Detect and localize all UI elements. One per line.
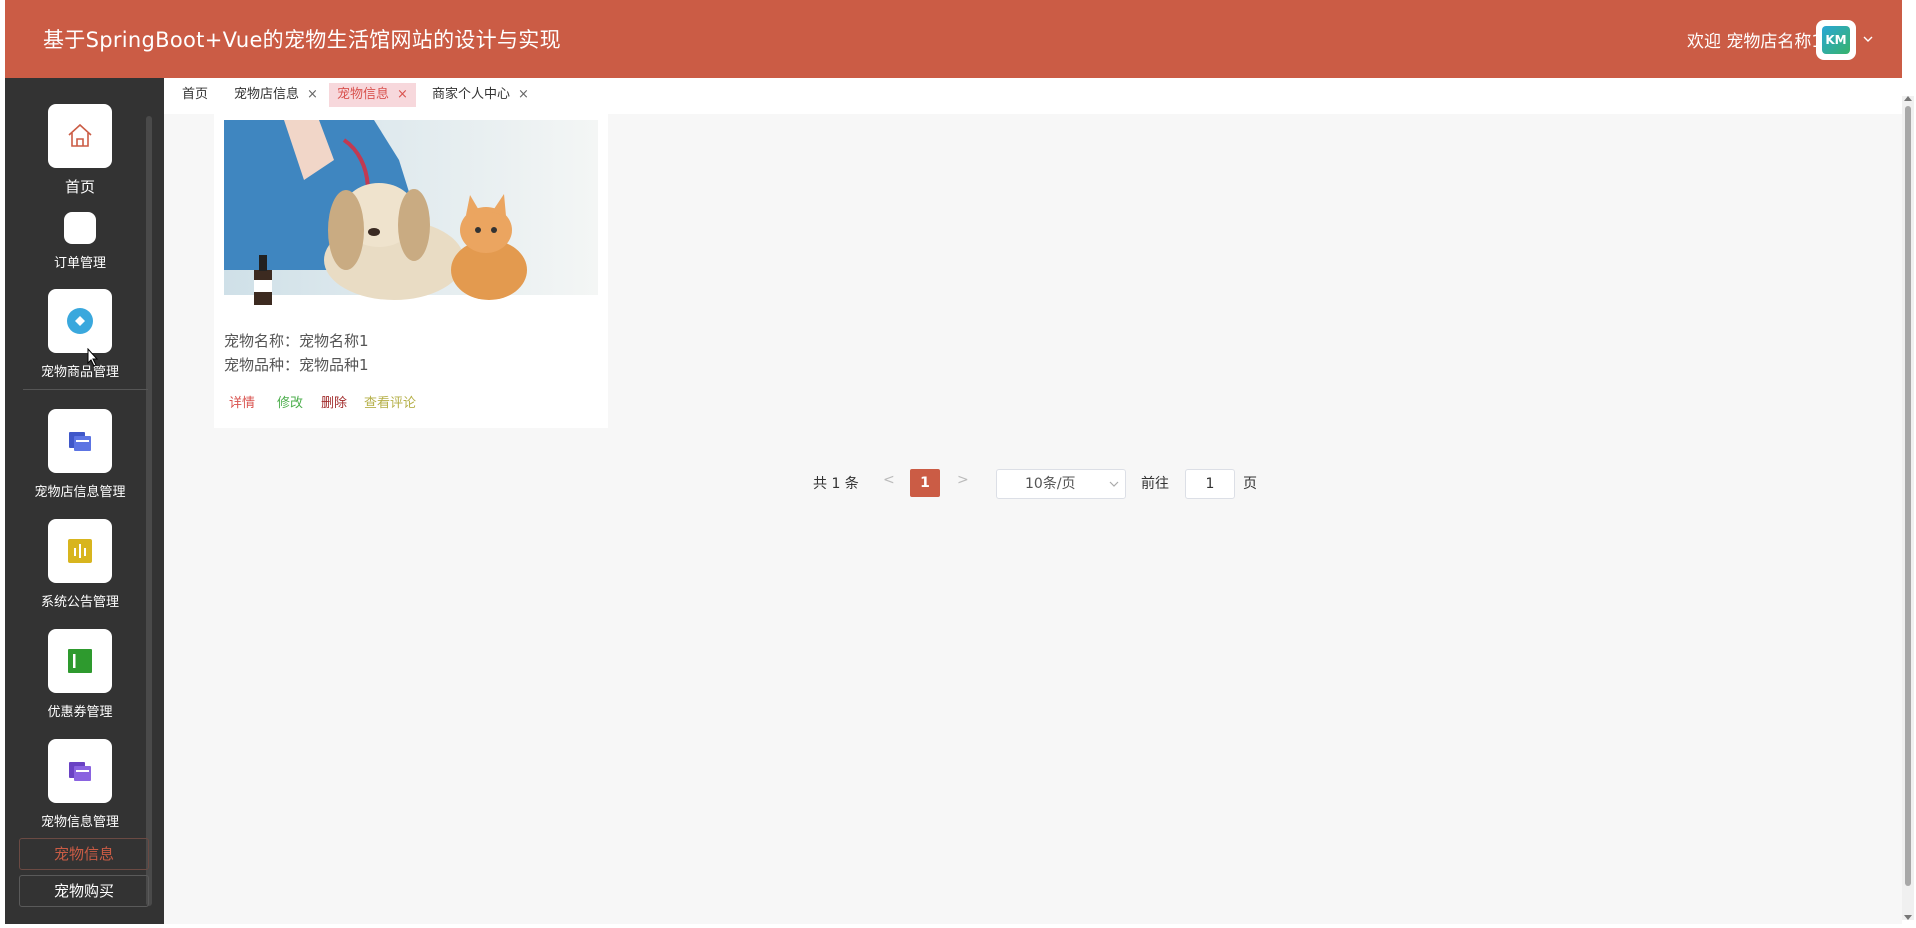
sidebar-item-label: 宠物商品管理 [40, 365, 119, 380]
delete-button[interactable]: 删除 [321, 392, 347, 411]
goto-label: 前往 [1141, 476, 1169, 492]
pet-photo-illustration [224, 120, 598, 320]
sidebar-item-label: 宠物店信息管理 [34, 485, 126, 500]
sidebar-tile [48, 519, 112, 583]
page-suffix: 页 [1243, 476, 1257, 492]
sidebar-item-orders[interactable]: 订单管理 [5, 212, 155, 271]
page-size-select[interactable]: 10条/页 [996, 469, 1126, 499]
sidebar-item-shop-info[interactable]: 宠物店信息管理 [5, 409, 155, 500]
sidebar-item-home[interactable]: 首页 [5, 104, 155, 197]
scrollbar-thumb[interactable] [1905, 106, 1911, 886]
sidebar-divider [23, 389, 148, 390]
sidebar-item-label: 首页 [64, 178, 95, 196]
scroll-up-icon[interactable] [1904, 96, 1912, 101]
sidebar-item-label: 系统公告管理 [40, 595, 119, 610]
tab-home[interactable]: 首页 [174, 83, 216, 107]
sidebar-item-pet-goods[interactable]: 宠物商品管理 [5, 289, 155, 380]
chart-icon [68, 539, 92, 563]
diamond-icon [67, 308, 93, 334]
goto-page-input[interactable]: 1 [1185, 469, 1235, 499]
tab-label: 宠物信息 [337, 87, 390, 102]
view-comments-button[interactable]: 查看评论 [364, 392, 416, 411]
tab-merchant-center[interactable]: 商家个人中心 × [424, 83, 537, 107]
home-icon [68, 123, 92, 147]
sidebar-item-label: 订单管理 [53, 256, 106, 271]
pagination-total: 共 1 条 [813, 476, 859, 492]
submenu-pet-info[interactable]: 宠物信息 [19, 838, 149, 870]
prev-page-button[interactable]: < [883, 472, 895, 488]
sidebar-item-notice[interactable]: 系统公告管理 [5, 519, 155, 610]
chevron-down-icon[interactable] [1862, 33, 1874, 45]
ticket-icon [68, 649, 92, 673]
edit-button[interactable]: 修改 [277, 392, 303, 411]
folders-icon [69, 762, 91, 781]
close-icon[interactable]: × [307, 83, 318, 107]
tab-label: 首页 [182, 87, 209, 102]
sidebar-tile [48, 739, 112, 803]
next-page-button[interactable]: > [957, 472, 969, 488]
sidebar-item-coupon[interactable]: 优惠券管理 [5, 629, 155, 720]
top-header: 基于SpringBoot+Vue的宠物生活馆网站的设计与实现 欢迎 宠物店名称1… [5, 0, 1902, 78]
site-title: 基于SpringBoot+Vue的宠物生活馆网站的设计与实现 [43, 28, 561, 52]
sidebar: 首页 订单管理 宠物商品管理 宠物店信息管理 系统公告管理 优惠券管理 宠物信息… [5, 78, 164, 924]
sidebar-item-label: 宠物信息管理 [40, 815, 119, 830]
tab-label: 宠物店信息 [234, 87, 300, 102]
mouse-cursor-icon [87, 348, 99, 367]
sidebar-tile [48, 289, 112, 353]
scroll-down-icon[interactable] [1904, 915, 1912, 920]
submenu-pet-purchase[interactable]: 宠物购买 [19, 875, 149, 907]
brand-logo-icon: KM [1822, 26, 1850, 54]
tab-pet-info[interactable]: 宠物信息 × [329, 83, 416, 107]
sidebar-item-pet-info[interactable]: 宠物信息管理 [5, 739, 155, 830]
chevron-down-icon [1109, 481, 1119, 487]
sidebar-tile [48, 409, 112, 473]
page-size-value: 10条/页 [1025, 476, 1076, 492]
close-icon[interactable]: × [518, 83, 529, 107]
sidebar-tile [48, 104, 112, 168]
folders-icon [69, 432, 91, 451]
avatar[interactable]: KM [1816, 20, 1856, 60]
tab-shop-info[interactable]: 宠物店信息 × [226, 83, 326, 107]
app-frame: 基于SpringBoot+Vue的宠物生活馆网站的设计与实现 欢迎 宠物店名称1… [5, 0, 1902, 924]
pet-card: 宠物名称：宠物名称1 宠物品种：宠物品种1 详情 修改 删除 查看评论 [214, 114, 608, 428]
page-scrollbar[interactable] [1902, 96, 1914, 920]
sidebar-tile [48, 629, 112, 693]
welcome-text: 欢迎 宠物店名称1 [1687, 32, 1823, 52]
detail-button[interactable]: 详情 [229, 392, 255, 411]
blank-icon [64, 212, 96, 244]
pet-name-line: 宠物名称：宠物名称1 [224, 332, 369, 350]
pet-photo[interactable] [224, 120, 598, 320]
sidebar-item-label: 优惠券管理 [47, 705, 113, 720]
pet-breed-line: 宠物品种：宠物品种1 [224, 356, 369, 374]
page-number-current[interactable]: 1 [910, 469, 940, 497]
close-icon[interactable]: × [397, 83, 408, 107]
tab-label: 商家个人中心 [432, 87, 511, 102]
tabs-bar: 首页 宠物店信息 × 宠物信息 × 商家个人中心 × [164, 78, 1902, 114]
